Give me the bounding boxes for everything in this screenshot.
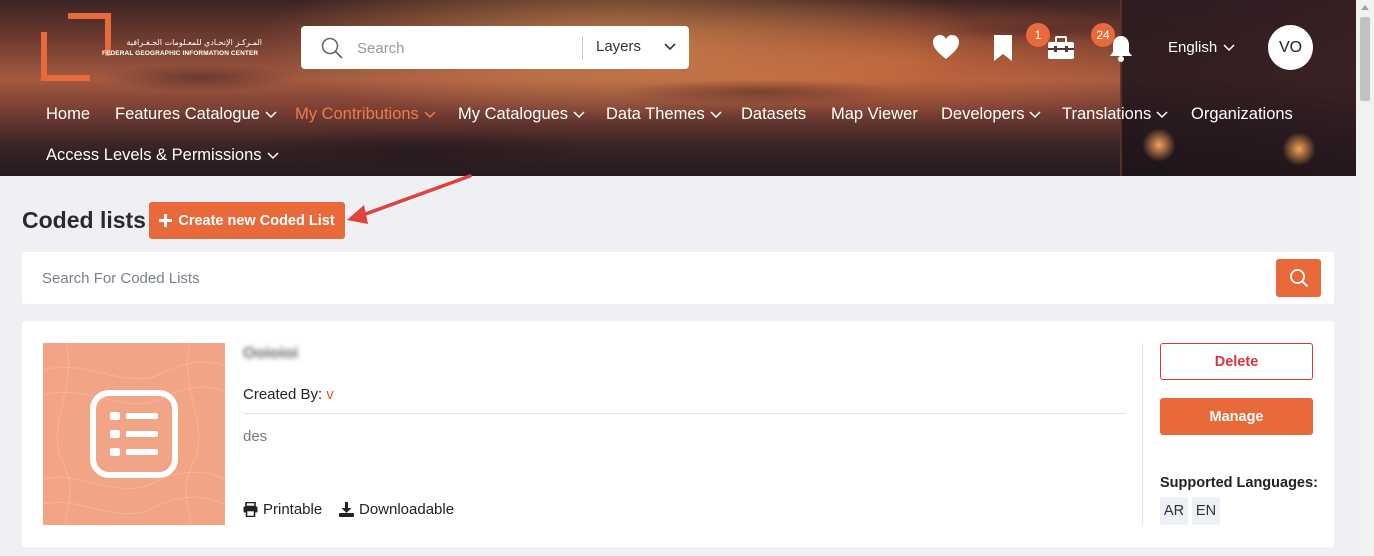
heart-icon[interactable] [932, 34, 960, 60]
nav-label: Access Levels & Permissions [46, 146, 262, 164]
nav-label: Organizations [1191, 105, 1293, 123]
global-search-input[interactable] [357, 37, 567, 59]
page-title: Coded lists [22, 207, 146, 233]
nav-item-map-viewer[interactable]: Map Viewer [831, 105, 918, 124]
coded-lists-search-input[interactable] [42, 267, 1242, 289]
language-label: English [1168, 39, 1218, 56]
coded-list-card: Ooioioi Created By: v des Printable Downl… [22, 321, 1334, 547]
nav-item-features-catalogue[interactable]: Features Catalogue [115, 105, 277, 124]
delete-button[interactable]: Delete [1160, 343, 1313, 380]
created-by-user[interactable]: v [326, 386, 334, 403]
nav-item-developers[interactable]: Developers [941, 105, 1041, 124]
printer-icon [243, 502, 258, 517]
nav-item-organizations[interactable]: Organizations [1191, 105, 1293, 124]
coded-list-title[interactable]: Ooioioi [243, 345, 298, 363]
site-logo[interactable]: المـركـز الإتحـادي للمعـلومات الجـغـرافي… [40, 12, 262, 84]
download-icon [339, 502, 354, 517]
language-selector[interactable]: English [1168, 39, 1235, 56]
scroll-up-arrow[interactable] [1361, 5, 1369, 10]
chevron-down-icon [573, 110, 585, 118]
bookmark-icon[interactable] [992, 34, 1014, 62]
toolbox-icon[interactable] [1047, 36, 1075, 60]
printable-label: Printable [263, 501, 323, 518]
scrollbar-thumb[interactable] [1360, 17, 1370, 101]
nav-item-my-catalogues[interactable]: My Catalogues [458, 105, 585, 124]
search-icon [321, 37, 343, 59]
nav-label: Data Themes [606, 105, 705, 123]
global-search: Layers [301, 26, 689, 69]
supported-languages-label: Supported Languages: [1160, 475, 1318, 491]
search-divider [582, 36, 583, 60]
nav-item-data-themes[interactable]: Data Themes [606, 105, 722, 124]
chevron-down-icon [424, 110, 436, 118]
create-button-label: Create new Coded List [178, 212, 335, 229]
annotation-arrow [347, 174, 472, 224]
nav-label: Features Catalogue [115, 105, 260, 123]
nav-label: Translations [1062, 105, 1152, 123]
toolbox-badge: 1 [1026, 23, 1050, 47]
search-icon [1289, 269, 1308, 288]
chevron-down-icon [266, 151, 279, 159]
coded-list-description: des [243, 428, 268, 445]
nav-item-datasets[interactable]: Datasets [741, 105, 806, 124]
header-banner: المـركـز الإتحـادي للمعـلومات الجـغـرافي… [0, 0, 1356, 176]
created-by: Created By: v [243, 386, 334, 403]
manage-button[interactable]: Manage [1160, 398, 1313, 435]
nav-label: Map Viewer [831, 105, 918, 123]
nav-item-access-levels[interactable]: Access Levels & Permissions [46, 146, 279, 165]
logo-english-text: FEDERAL GEOGRAPHIC INFORMATION CENTER [102, 50, 259, 57]
coded-list-thumbnail [43, 343, 225, 525]
create-coded-list-button[interactable]: Create new Coded List [149, 202, 345, 239]
chevron-down-icon [1029, 110, 1041, 118]
downloadable-feature: Downloadable [339, 501, 454, 518]
language-tag-en: EN [1192, 497, 1220, 525]
nav-item-home[interactable]: Home [46, 105, 90, 124]
chevron-down-icon[interactable] [663, 40, 677, 54]
created-by-label: Created By: [243, 386, 323, 403]
chevron-down-icon [1156, 110, 1168, 118]
nav-item-translations[interactable]: Translations [1062, 105, 1168, 124]
nav-label: Datasets [741, 105, 807, 123]
avatar[interactable]: VO [1268, 25, 1313, 70]
printable-feature: Printable [243, 501, 322, 518]
chevron-down-icon [1223, 43, 1235, 51]
coded-lists-search [22, 252, 1334, 304]
logo-arabic-text: المـركـز الإتحـادي للمعـلومات الجـغـرافي… [126, 38, 262, 47]
nav-item-my-contributions[interactable]: My Contributions [295, 105, 436, 124]
card-divider [243, 413, 1126, 414]
banner-train [1120, 0, 1356, 176]
logo-mark [41, 13, 111, 81]
card-vertical-divider [1142, 343, 1143, 525]
language-tag-ar: AR [1160, 497, 1188, 525]
chevron-down-icon [710, 110, 722, 118]
nav-label: Developers [941, 105, 1025, 123]
notifications-badge: 24 [1091, 23, 1115, 47]
page-scrollbar[interactable] [1356, 0, 1374, 556]
layers-select-label[interactable]: Layers [596, 38, 641, 55]
chevron-down-icon [265, 110, 277, 118]
nav-label: Home [46, 105, 91, 123]
nav-label: My Catalogues [458, 105, 569, 123]
coded-lists-search-button[interactable] [1276, 259, 1321, 297]
plus-icon [159, 214, 173, 227]
list-icon [90, 390, 178, 478]
downloadable-label: Downloadable [359, 501, 455, 518]
nav-label: My Contributions [295, 105, 419, 123]
